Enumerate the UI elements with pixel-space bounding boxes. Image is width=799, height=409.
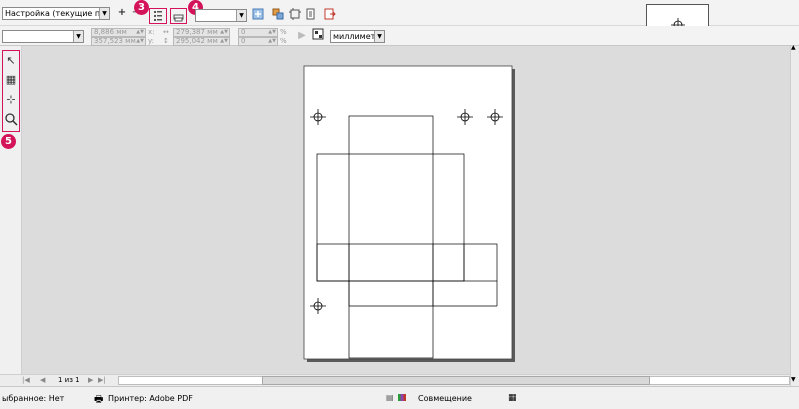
- marks-placement-icon: ⊹: [6, 93, 16, 106]
- object-combo-arrow-icon[interactable]: ▼: [73, 31, 83, 42]
- printer-status-icon: 🖶: [94, 394, 104, 405]
- fit-page-icon: [252, 8, 264, 20]
- x-position-value: 8,886 мм: [94, 28, 127, 36]
- position-button[interactable]: [310, 28, 326, 44]
- preview-canvas[interactable]: [22, 46, 790, 374]
- scale-x-field[interactable]: 0 ▲▼: [238, 28, 278, 37]
- toolbox: ↖ ▦ ⊹ 5: [0, 46, 22, 374]
- marks-tool[interactable]: ⊹: [3, 92, 19, 108]
- selection-status: ыбранное: Нет: [2, 394, 65, 403]
- close-preview-icon: [324, 8, 336, 20]
- units-arrow-icon[interactable]: ▼: [374, 31, 384, 42]
- callout-badge-3-label: 3: [138, 2, 145, 13]
- scale-y-value: 0: [241, 37, 246, 45]
- fit-page-button[interactable]: [250, 8, 266, 24]
- printer-status: Принтер: Adobe PDF: [108, 394, 193, 403]
- prev-page-icon[interactable]: ◀: [40, 376, 45, 384]
- y-position-value: 357,523 мм: [94, 37, 136, 45]
- printer-combo[interactable]: ▼: [195, 9, 247, 22]
- scroll-down-icon[interactable]: ▼: [791, 376, 796, 383]
- preset-combo-value: Настройка (текущие парам...: [5, 9, 109, 18]
- add-preset-label: +: [117, 7, 127, 18]
- page-layout-icon: [306, 8, 315, 20]
- y-label: y:: [148, 37, 154, 45]
- callout-badge-5-label: 5: [5, 136, 12, 147]
- zoom-tool[interactable]: [3, 112, 19, 128]
- print-page: [303, 65, 515, 362]
- pick-tool[interactable]: ↖: [3, 53, 19, 69]
- options-list-icon: [154, 11, 162, 21]
- printer-combo-arrow-icon[interactable]: ▼: [236, 10, 246, 21]
- first-page-icon[interactable]: |◀: [22, 376, 30, 384]
- tile-icon: [272, 8, 284, 20]
- page-orientation-button[interactable]: [170, 8, 187, 24]
- imposition-icon: ▦: [5, 73, 17, 86]
- x-label: x:: [148, 28, 155, 36]
- scale-y-percent: %: [280, 37, 287, 45]
- page-indicator: 1 из 1: [58, 376, 80, 384]
- print-options-button[interactable]: [149, 8, 167, 24]
- callout-badge-5: 5: [1, 134, 16, 149]
- height-field[interactable]: 295,042 мм ▲▼: [173, 37, 230, 46]
- horizontal-scroll-thumb[interactable]: [262, 376, 650, 385]
- grid-position-icon: [312, 28, 324, 40]
- crop-marks-icon: [289, 8, 301, 20]
- x-position-field[interactable]: 8,886 мм ▲▼: [91, 28, 146, 37]
- imposition-tool[interactable]: ▦: [3, 72, 19, 88]
- width-field[interactable]: 279,387 мм ▲▼: [173, 28, 230, 37]
- color-bars-icon: [398, 394, 406, 401]
- object-combo[interactable]: ▼: [2, 30, 84, 43]
- y-position-field[interactable]: 357,523 мм ▲▼: [91, 37, 146, 46]
- close-preview-button[interactable]: [322, 8, 338, 24]
- color-separation-icon[interactable]: ▤: [386, 393, 394, 402]
- preset-combo[interactable]: Настройка (текущие парам... ▼: [2, 7, 110, 20]
- property-bar: ▼ 8,886 мм ▲▼ 357,523 мм ▲▼ x: y: ↔ ↕ 279,…: [0, 26, 799, 46]
- next-page-icon[interactable]: ▶: [88, 376, 93, 384]
- preset-combo-arrow-icon[interactable]: ▼: [99, 8, 109, 19]
- zoom-icon: [5, 113, 18, 126]
- height-icon: ↕: [163, 37, 169, 45]
- width-value: 279,387 мм: [176, 28, 218, 36]
- status-bar: ыбранное: Нет 🖶 Принтер: Adobe PDF ▤ Сов…: [0, 386, 799, 409]
- center-button[interactable]: ▶: [294, 28, 310, 44]
- last-page-icon[interactable]: ▶|: [98, 376, 106, 384]
- document-icon[interactable]: ▦: [508, 393, 517, 403]
- crop-marks-button[interactable]: [287, 8, 303, 24]
- callout-badge-3: 3: [134, 0, 149, 15]
- height-value: 295,042 мм: [176, 37, 218, 45]
- width-icon: ↔: [163, 28, 169, 36]
- pointer-icon: ↖: [6, 54, 16, 67]
- printer-icon: [173, 14, 184, 22]
- main-toolbar: Настройка (текущие парам... ▼ + − 3 4 ▼: [0, 0, 799, 58]
- vertical-scrollbar[interactable]: ▲ ▼: [790, 44, 799, 386]
- tile-button[interactable]: [270, 8, 286, 24]
- scale-x-value: 0: [241, 28, 246, 36]
- units-combo[interactable]: миллимет... ▼: [330, 30, 385, 43]
- play-icon: ▶: [298, 30, 306, 41]
- registration-button[interactable]: [303, 8, 319, 24]
- scroll-up-icon[interactable]: ▲: [791, 44, 796, 51]
- scale-y-field[interactable]: 0 ▲▼: [238, 37, 278, 46]
- scale-x-percent: %: [280, 28, 287, 36]
- overlay-status: Совмещение: [418, 394, 472, 403]
